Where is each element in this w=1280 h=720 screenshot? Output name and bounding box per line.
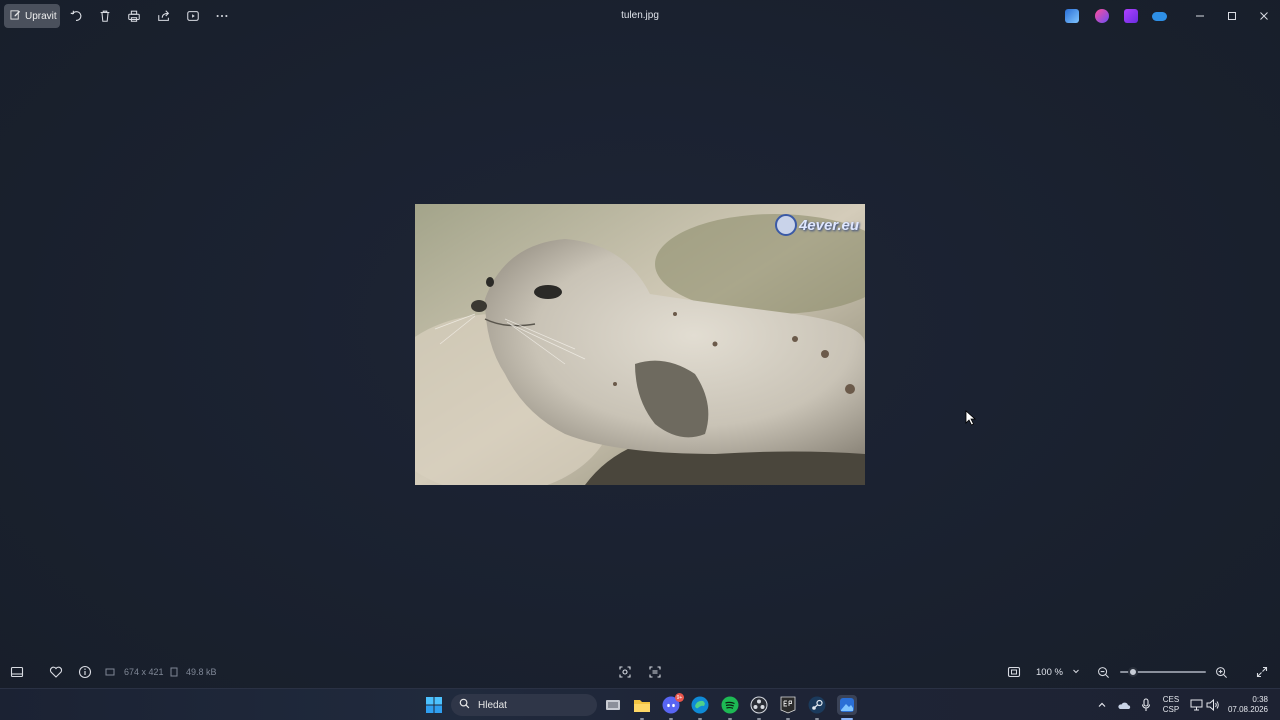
show-hidden-icons-chevron-icon[interactable] bbox=[1094, 695, 1110, 715]
chevron-down-icon bbox=[1072, 667, 1080, 678]
watermark-logo bbox=[774, 214, 797, 236]
edit-button[interactable]: Upravit bbox=[4, 4, 60, 28]
visual-search-icon[interactable] bbox=[617, 664, 633, 680]
task-view-icon[interactable] bbox=[603, 695, 623, 715]
designer-icon[interactable] bbox=[1124, 9, 1138, 23]
close-icon[interactable] bbox=[1256, 8, 1272, 24]
trash-icon[interactable] bbox=[97, 8, 113, 24]
volume-icon[interactable] bbox=[1205, 695, 1221, 715]
seal-photo[interactable]: 4ever.eu bbox=[415, 204, 865, 485]
minimize-icon[interactable] bbox=[1192, 8, 1208, 24]
more-icon[interactable] bbox=[214, 8, 230, 24]
favorite-icon[interactable] bbox=[48, 664, 64, 680]
photos-taskbar-icon[interactable] bbox=[837, 695, 857, 715]
info-icon[interactable] bbox=[77, 664, 93, 680]
obs-studio-icon[interactable] bbox=[749, 695, 769, 715]
photos-app-icon[interactable] bbox=[1065, 9, 1079, 23]
onedrive-tray-icon[interactable] bbox=[1116, 695, 1132, 715]
steam-icon[interactable] bbox=[807, 695, 827, 715]
image-dimensions: 674 x 421 bbox=[124, 667, 164, 677]
zoom-in-icon[interactable] bbox=[1213, 664, 1229, 680]
pencil-edit-icon bbox=[10, 9, 21, 23]
status-bar: 674 x 421 49.8 kB 100 % bbox=[0, 656, 1280, 688]
onedrive-icon[interactable] bbox=[1152, 12, 1167, 21]
fit-to-window-icon[interactable] bbox=[1006, 664, 1022, 680]
network-icon[interactable] bbox=[1188, 695, 1204, 715]
watermark-text: 4ever.eu bbox=[798, 216, 859, 234]
mouse-cursor-icon bbox=[965, 410, 977, 426]
window-title: tulen.jpg bbox=[621, 10, 659, 21]
discord-notification-badge: 9+ bbox=[675, 693, 684, 702]
slideshow-icon[interactable] bbox=[185, 8, 201, 24]
file-size: 49.8 kB bbox=[186, 667, 217, 677]
seal-illustration bbox=[415, 204, 865, 485]
watermark: 4ever.eu bbox=[774, 214, 859, 236]
top-toolbar: Upravit tulen.jpg bbox=[0, 0, 1280, 32]
photos-app-window: Upravit tulen.jpg 4ever.eu 674 x 421 49.… bbox=[0, 0, 1280, 688]
edit-button-label: Upravit bbox=[25, 10, 57, 22]
filmstrip-icon[interactable] bbox=[9, 664, 25, 680]
search-placeholder: Hledat bbox=[478, 699, 507, 711]
edge-browser-icon[interactable] bbox=[690, 695, 710, 715]
zoom-slider-thumb[interactable] bbox=[1127, 667, 1138, 677]
search-icon bbox=[459, 698, 470, 712]
dimensions-icon bbox=[104, 664, 116, 680]
share-icon[interactable] bbox=[156, 8, 172, 24]
rotate-icon[interactable] bbox=[68, 8, 84, 24]
clock[interactable]: 0:38 07.08.2026 bbox=[1226, 695, 1268, 715]
file-explorer-icon[interactable] bbox=[632, 695, 652, 715]
microphone-icon[interactable] bbox=[1138, 695, 1154, 715]
taskbar: Hledat 9+ CES CSP 0:38 07.08.2026 bbox=[0, 688, 1280, 720]
zoom-dropdown[interactable]: 100 % bbox=[1030, 662, 1086, 682]
scan-text-icon[interactable] bbox=[647, 664, 663, 680]
fullscreen-icon[interactable] bbox=[1254, 664, 1270, 680]
print-icon[interactable] bbox=[126, 8, 142, 24]
spotify-icon[interactable] bbox=[720, 695, 740, 715]
start-windows-icon[interactable] bbox=[424, 695, 444, 715]
zoom-out-icon[interactable] bbox=[1095, 664, 1111, 680]
clipchamp-icon[interactable] bbox=[1095, 9, 1109, 23]
taskbar-search-input[interactable]: Hledat bbox=[451, 694, 597, 716]
maximize-icon[interactable] bbox=[1224, 8, 1240, 24]
language-code: CES bbox=[1162, 695, 1180, 704]
clock-date: 07.08.2026 bbox=[1227, 705, 1268, 714]
zoom-level: 100 % bbox=[1036, 666, 1063, 678]
language-indicator[interactable]: CES CSP bbox=[1160, 695, 1182, 715]
keyboard-layout: CSP bbox=[1162, 705, 1180, 714]
file-size-icon bbox=[168, 664, 180, 680]
clock-time: 0:38 bbox=[1252, 695, 1268, 704]
epic-games-icon[interactable] bbox=[778, 695, 798, 715]
